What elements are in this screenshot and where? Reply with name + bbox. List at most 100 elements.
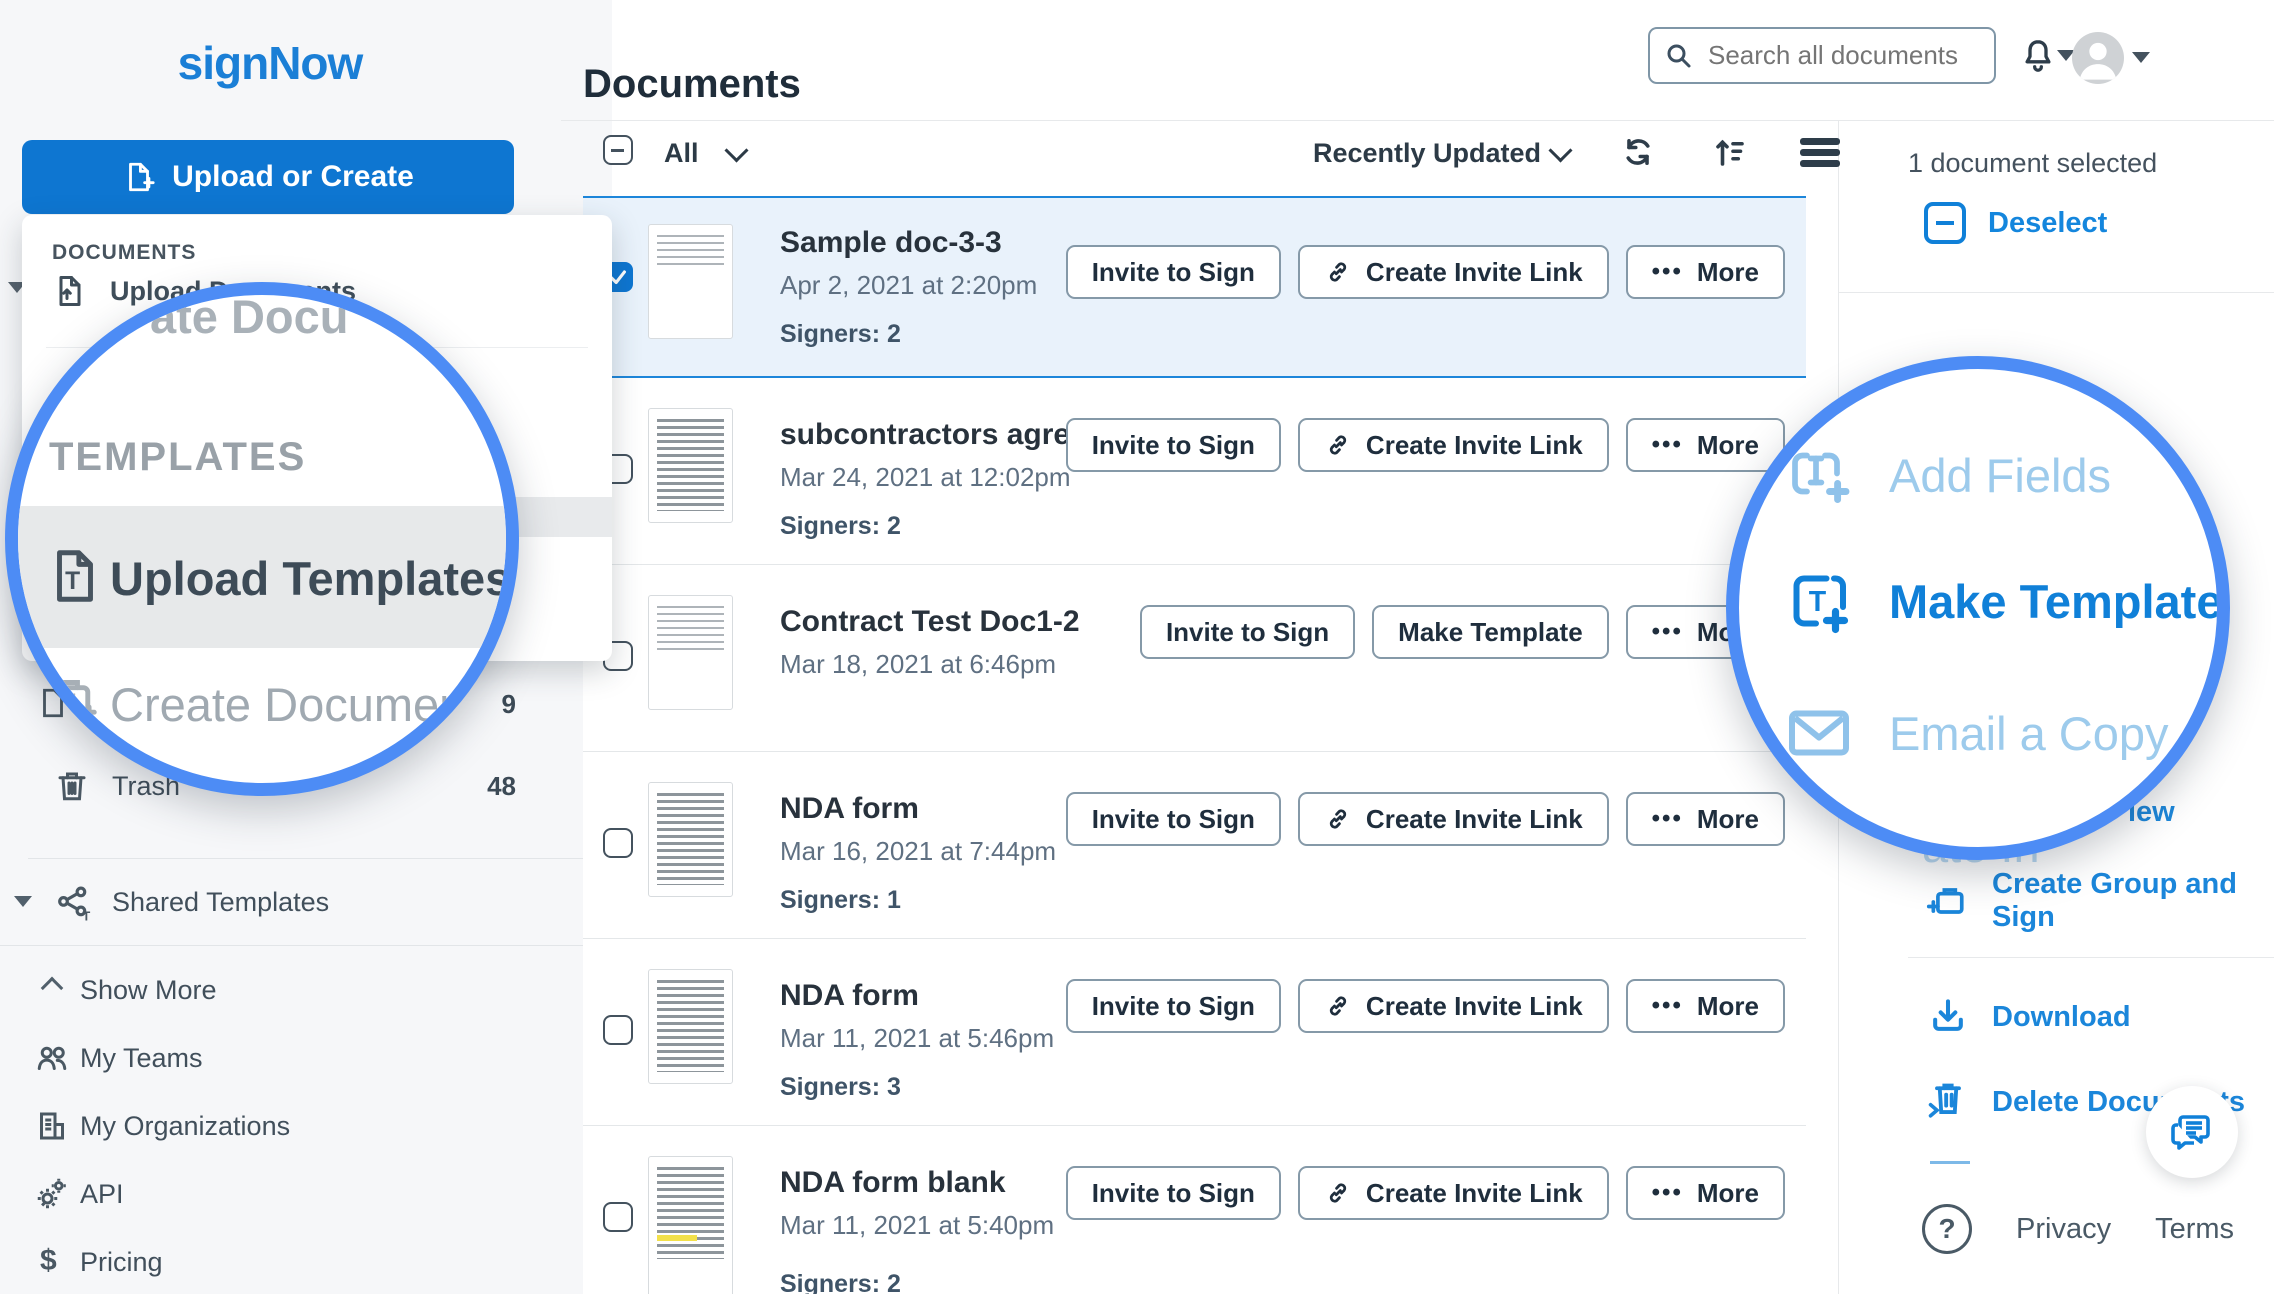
- divider: [1838, 292, 2274, 293]
- upload-templates-label[interactable]: Upload Templates: [110, 551, 511, 606]
- search-input[interactable]: [1706, 39, 2045, 72]
- sidebar-item-my-teams[interactable]: My Teams: [0, 1040, 612, 1084]
- avatar-caret-icon[interactable]: [2132, 52, 2150, 63]
- chevron-down-icon[interactable]: [724, 138, 748, 162]
- create-invite-link-button[interactable]: Create Invite Link: [1298, 792, 1609, 846]
- my-teams-label: My Teams: [80, 1043, 203, 1074]
- sidebar-item-shared-templates[interactable]: T Shared Templates: [0, 884, 612, 928]
- magnified-fragment: ate Docu: [150, 289, 349, 344]
- add-fields-icon: [1783, 439, 1855, 511]
- search-bar[interactable]: [1648, 27, 1996, 84]
- create-invite-link-button[interactable]: Create Invite Link: [1298, 1166, 1609, 1220]
- document-signers: Signers: 1: [780, 886, 901, 915]
- select-all-checkbox[interactable]: [603, 135, 633, 165]
- svg-text:T: T: [65, 568, 80, 595]
- document-title[interactable]: NDA form blank: [780, 1166, 1006, 1200]
- document-row[interactable]: NDA form blank Mar 11, 2021 at 5:40pm Si…: [583, 1126, 1806, 1294]
- more-button[interactable]: •••More: [1626, 1166, 1785, 1220]
- deselect-button[interactable]: Deselect: [1924, 202, 2107, 244]
- document-row[interactable]: Sample doc-3-3 Apr 2, 2021 at 2:20pm Sig…: [583, 196, 1806, 378]
- dollar-icon: $: [40, 1244, 57, 1278]
- chat-bubbles-icon: [2168, 1108, 2216, 1156]
- chat-fab-button[interactable]: [2146, 1086, 2238, 1178]
- svg-text:T: T: [63, 689, 76, 712]
- privacy-link[interactable]: Privacy: [2016, 1213, 2111, 1246]
- document-thumbnail[interactable]: [648, 1156, 733, 1294]
- document-thumbnail[interactable]: [648, 782, 733, 897]
- more-button[interactable]: •••More: [1626, 979, 1785, 1033]
- sidebar-shared-templates-label: Shared Templates: [112, 887, 329, 918]
- row-checkbox[interactable]: [603, 1015, 633, 1045]
- deselect-label: Deselect: [1988, 207, 2107, 240]
- document-signers: Signers: 2: [780, 1270, 901, 1294]
- row-checkbox[interactable]: [603, 1202, 633, 1232]
- link-icon: [1324, 258, 1352, 286]
- filter-dropdown[interactable]: All: [664, 138, 699, 169]
- document-row[interactable]: NDA form Mar 11, 2021 at 5:46pm Signers:…: [583, 939, 1806, 1126]
- avatar[interactable]: [2072, 32, 2124, 84]
- density-view-icon[interactable]: [1800, 138, 1840, 171]
- document-title[interactable]: NDA form: [780, 979, 919, 1013]
- document-date: Mar 24, 2021 at 12:02pm: [780, 462, 1071, 493]
- trash-arrow-icon: [1926, 1080, 1970, 1124]
- svg-text:T: T: [83, 909, 91, 922]
- create-invite-link-button[interactable]: Create Invite Link: [1298, 979, 1609, 1033]
- document-row[interactable]: NDA form Mar 16, 2021 at 7:44pm Signers:…: [583, 752, 1806, 939]
- document-date: Mar 18, 2021 at 6:46pm: [780, 649, 1056, 680]
- signnow-logo: signNow: [0, 36, 540, 90]
- link-icon: [1324, 992, 1352, 1020]
- invite-to-sign-button[interactable]: Invite to Sign: [1066, 979, 1281, 1033]
- gears-icon: [34, 1176, 70, 1212]
- sort-order-icon[interactable]: [1712, 134, 1748, 170]
- more-button[interactable]: •••More: [1626, 245, 1785, 299]
- footer: ? Privacy Terms •••: [1922, 1204, 2274, 1254]
- invite-to-sign-button[interactable]: Invite to Sign: [1066, 418, 1281, 472]
- app-window: signNow Upload or Create 9 Tr: [0, 0, 2274, 1294]
- caret-down-icon: [14, 896, 32, 907]
- terms-link[interactable]: Terms: [2155, 1213, 2234, 1246]
- email-a-copy-item[interactable]: Email a Copy: [1783, 697, 2169, 769]
- sidebar-item-api[interactable]: API: [0, 1176, 612, 1220]
- create-invite-link-button[interactable]: Create Invite Link: [1298, 245, 1609, 299]
- document-date: Mar 11, 2021 at 5:40pm: [780, 1210, 1054, 1241]
- sidebar-item-my-organizations[interactable]: My Organizations: [0, 1108, 612, 1152]
- add-fields-item[interactable]: Add Fields: [1783, 439, 2111, 511]
- make-template-button[interactable]: Make Template: [1372, 605, 1608, 659]
- help-icon[interactable]: ?: [1922, 1204, 1972, 1254]
- invite-to-sign-button[interactable]: Invite to Sign: [1140, 605, 1355, 659]
- sort-dropdown[interactable]: Recently Updated: [1313, 138, 1541, 169]
- invite-to-sign-button[interactable]: Invite to Sign: [1066, 245, 1281, 299]
- show-more-label: Show More: [80, 975, 217, 1006]
- notifications-bell-icon[interactable]: [2018, 36, 2058, 76]
- invite-to-sign-button[interactable]: Invite to Sign: [1066, 792, 1281, 846]
- sidebar-item-pricing[interactable]: $ Pricing: [0, 1244, 612, 1288]
- people-icon: [34, 1040, 70, 1076]
- sidebar-item-show-more[interactable]: Show More: [0, 972, 612, 1016]
- magnifier-lens-left: ate Docu TEMPLATES T Upload Templates T …: [5, 282, 519, 796]
- document-row[interactable]: subcontractors agreement Mar 24, 2021 at…: [583, 378, 1806, 565]
- invite-to-sign-button[interactable]: Invite to Sign: [1066, 1166, 1281, 1220]
- download-button[interactable]: Download: [1926, 995, 2131, 1039]
- refresh-icon[interactable]: [1620, 134, 1656, 170]
- download-icon: [1926, 995, 1970, 1039]
- document-title[interactable]: Sample doc-3-3: [780, 226, 1002, 260]
- document-date: Mar 11, 2021 at 5:46pm: [780, 1023, 1054, 1054]
- page-title: Documents: [583, 62, 801, 107]
- document-thumbnail[interactable]: [648, 595, 733, 710]
- upload-or-create-button[interactable]: Upload or Create: [22, 140, 514, 214]
- create-group-and-sign-button[interactable]: Create Group and Sign: [1926, 868, 2274, 934]
- document-thumbnail[interactable]: [648, 408, 733, 523]
- document-thumbnail[interactable]: [648, 969, 733, 1084]
- divider: [561, 120, 2274, 121]
- row-checkbox[interactable]: [603, 828, 633, 858]
- briefcase-plus-icon: [1926, 879, 1970, 923]
- document-thumbnail[interactable]: [648, 224, 733, 339]
- document-title[interactable]: NDA form: [780, 792, 919, 826]
- document-title[interactable]: Contract Test Doc1-2: [780, 605, 1080, 639]
- link-icon: [1324, 1179, 1352, 1207]
- make-template-item[interactable]: T Make Template: [1783, 565, 2222, 637]
- chevron-down-icon[interactable]: [1548, 138, 1572, 162]
- create-invite-link-button[interactable]: Create Invite Link: [1298, 418, 1609, 472]
- link-icon: [1324, 431, 1352, 459]
- document-row[interactable]: Contract Test Doc1-2 Mar 18, 2021 at 6:4…: [583, 565, 1806, 752]
